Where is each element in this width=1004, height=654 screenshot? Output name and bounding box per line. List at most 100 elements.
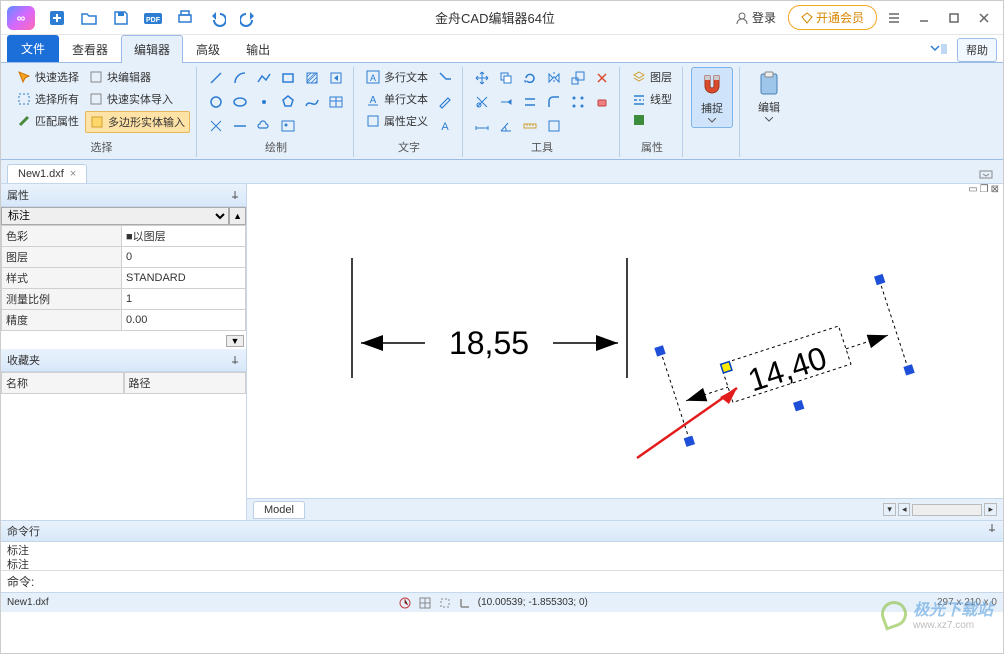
document-tab[interactable]: New1.dxf × [7, 164, 87, 183]
trim-icon[interactable] [471, 91, 493, 113]
canvas-close-icon[interactable]: ⊠ [991, 184, 999, 198]
layer-button[interactable]: 图层 [628, 67, 676, 87]
dim-linear-icon[interactable] [471, 115, 493, 137]
pin-icon[interactable] [230, 355, 240, 365]
undo-button[interactable] [203, 5, 231, 31]
table-icon[interactable] [325, 91, 347, 113]
status-grid-icon[interactable] [418, 596, 432, 610]
mirror-icon[interactable] [543, 67, 565, 89]
snap-button[interactable]: 捕捉 [691, 67, 733, 128]
close-tab-icon[interactable]: × [70, 168, 76, 180]
settings-dropdown[interactable] [925, 37, 953, 63]
object-type-select[interactable]: 标注 [1, 207, 229, 225]
vip-button[interactable]: 开通会员 [788, 5, 877, 30]
drawing-canvas[interactable]: 18,55 14,40 [247, 198, 1003, 498]
ellipse-icon[interactable] [229, 91, 251, 113]
quick-entity-import-button[interactable]: 快速实体导入 [85, 89, 190, 109]
hscroll-track[interactable] [912, 504, 982, 516]
status-toggle-icon[interactable] [398, 596, 412, 610]
column-header[interactable]: 名称 [1, 372, 124, 394]
login-button[interactable]: 登录 [727, 6, 784, 29]
save-button[interactable] [107, 5, 135, 31]
command-input[interactable] [38, 574, 997, 590]
measure-icon[interactable] [519, 115, 541, 137]
move-icon[interactable] [471, 67, 493, 89]
quick-select-button[interactable]: 快速选择 [13, 67, 83, 87]
fillet-icon[interactable] [543, 91, 565, 113]
help-button[interactable]: 帮助 [957, 38, 997, 62]
hatch-icon[interactable] [301, 67, 323, 89]
offset-icon[interactable] [519, 91, 541, 113]
xline-icon[interactable] [229, 115, 251, 137]
scroll-right-icon[interactable]: ▸ [984, 503, 997, 516]
edit-button[interactable]: 编辑 [748, 67, 790, 126]
tab-output[interactable]: 输出 [233, 35, 283, 63]
extend-icon[interactable] [495, 91, 517, 113]
redo-button[interactable] [235, 5, 263, 31]
mtext-button[interactable]: A多行文本 [362, 67, 432, 87]
text-edit-icon[interactable] [434, 91, 456, 113]
table-row[interactable]: 精度0.00 [2, 310, 246, 331]
tabs-dropdown[interactable] [975, 163, 997, 185]
spline-icon[interactable] [301, 91, 323, 113]
rect-icon[interactable] [277, 67, 299, 89]
table-row[interactable]: 色彩■以图层 [2, 226, 246, 247]
status-filename: New1.dxf [7, 597, 49, 608]
tab-editor[interactable]: 编辑器 [121, 35, 183, 63]
status-ortho-icon[interactable] [458, 596, 472, 610]
insert-block-icon[interactable] [325, 67, 347, 89]
scroll-left-icon[interactable]: ◂ [898, 503, 911, 516]
status-snap-icon[interactable] [438, 596, 452, 610]
erase-icon[interactable] [591, 91, 613, 113]
table-row[interactable]: 图层0 [2, 247, 246, 268]
dim-angular-icon[interactable] [495, 115, 517, 137]
point-icon[interactable] [253, 91, 275, 113]
pin-icon[interactable] [987, 523, 997, 539]
polyline-icon[interactable] [253, 67, 275, 89]
print-button[interactable] [171, 5, 199, 31]
copy-icon[interactable] [495, 67, 517, 89]
shape-icon[interactable] [543, 115, 565, 137]
table-row[interactable]: 测量比例1 [2, 289, 246, 310]
block-editor-button[interactable]: 块编辑器 [85, 67, 190, 87]
line-icon[interactable] [205, 67, 227, 89]
stext-button[interactable]: A单行文本 [362, 89, 432, 109]
attr-def-button[interactable]: 属性定义 [362, 111, 432, 131]
prop-swatch-button[interactable] [628, 111, 676, 129]
layout-dropdown-icon[interactable]: ▾ [883, 503, 896, 516]
scale-icon[interactable] [567, 67, 589, 89]
prop-scroll-down[interactable]: ▼ [226, 335, 244, 347]
tab-viewer[interactable]: 查看器 [59, 35, 121, 63]
select-all-button[interactable]: 选择所有 [13, 89, 83, 109]
pin-icon[interactable] [230, 190, 240, 200]
close-button[interactable] [971, 5, 997, 31]
arc-icon[interactable] [229, 67, 251, 89]
open-file-button[interactable] [75, 5, 103, 31]
polygon-icon[interactable] [277, 91, 299, 113]
leader-icon[interactable] [434, 67, 456, 89]
column-header[interactable]: 路径 [124, 372, 247, 394]
new-file-button[interactable] [43, 5, 71, 31]
canvas-restore-icon[interactable]: ❐ [980, 184, 989, 198]
circle-icon[interactable] [205, 91, 227, 113]
explode-icon[interactable] [591, 67, 613, 89]
ray-icon[interactable] [205, 115, 227, 137]
text-style-icon[interactable]: A [434, 115, 456, 137]
match-prop-button[interactable]: 匹配属性 [13, 111, 83, 131]
menu-button[interactable] [881, 5, 907, 31]
image-icon[interactable] [277, 115, 299, 137]
canvas-min-icon[interactable]: ▭ [968, 184, 977, 198]
prop-scroll-up[interactable]: ▲ [229, 207, 246, 225]
tab-advanced[interactable]: 高级 [183, 35, 233, 63]
poly-entity-input-button[interactable]: 多边形实体输入 [85, 111, 190, 133]
rotate-icon[interactable] [519, 67, 541, 89]
model-tab[interactable]: Model [253, 501, 305, 519]
array-icon[interactable] [567, 91, 589, 113]
linetype-button[interactable]: 线型 [628, 89, 676, 109]
tab-file[interactable]: 文件 [7, 35, 59, 62]
pdf-export-button[interactable]: PDF [139, 5, 167, 31]
cloud-icon[interactable] [253, 115, 275, 137]
minimize-button[interactable] [911, 5, 937, 31]
table-row[interactable]: 样式STANDARD [2, 268, 246, 289]
maximize-button[interactable] [941, 5, 967, 31]
